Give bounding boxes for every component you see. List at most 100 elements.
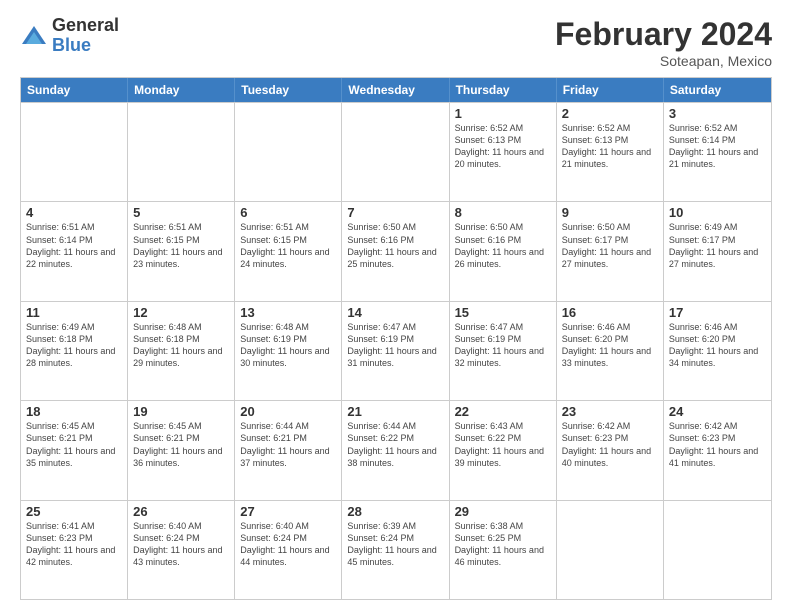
cell-info: Sunrise: 6:52 AM Sunset: 6:14 PM Dayligh…	[669, 122, 766, 171]
cell-day-number: 15	[455, 305, 551, 320]
cal-row-4: 25Sunrise: 6:41 AM Sunset: 6:23 PM Dayli…	[21, 500, 771, 599]
header: General Blue February 2024 Soteapan, Mex…	[20, 16, 772, 69]
cal-cell	[128, 103, 235, 201]
cell-info: Sunrise: 6:47 AM Sunset: 6:19 PM Dayligh…	[455, 321, 551, 370]
cal-cell: 3Sunrise: 6:52 AM Sunset: 6:14 PM Daylig…	[664, 103, 771, 201]
calendar-body: 1 Sunrise: 6:52 AM Sunset: 6:13 PM Daylig…	[21, 102, 771, 599]
cell-info: Sunrise: 6:48 AM Sunset: 6:19 PM Dayligh…	[240, 321, 336, 370]
cal-cell: 4Sunrise: 6:51 AM Sunset: 6:14 PM Daylig…	[21, 202, 128, 300]
cal-cell: 18Sunrise: 6:45 AM Sunset: 6:21 PM Dayli…	[21, 401, 128, 499]
logo-general-text: General	[52, 16, 119, 36]
cal-cell: 7Sunrise: 6:50 AM Sunset: 6:16 PM Daylig…	[342, 202, 449, 300]
cal-cell: 17Sunrise: 6:46 AM Sunset: 6:20 PM Dayli…	[664, 302, 771, 400]
title-block: February 2024 Soteapan, Mexico	[555, 16, 772, 69]
cal-cell	[342, 103, 449, 201]
cell-info: Sunrise: 6:45 AM Sunset: 6:21 PM Dayligh…	[133, 420, 229, 469]
calendar-title: February 2024	[555, 16, 772, 53]
calendar: SundayMondayTuesdayWednesdayThursdayFrid…	[20, 77, 772, 600]
cal-header-saturday: Saturday	[664, 78, 771, 102]
cell-info: Sunrise: 6:44 AM Sunset: 6:21 PM Dayligh…	[240, 420, 336, 469]
cell-day-number: 14	[347, 305, 443, 320]
cell-info: Sunrise: 6:49 AM Sunset: 6:17 PM Dayligh…	[669, 221, 766, 270]
calendar-header: SundayMondayTuesdayWednesdayThursdayFrid…	[21, 78, 771, 102]
cal-header-friday: Friday	[557, 78, 664, 102]
cell-info: Sunrise: 6:46 AM Sunset: 6:20 PM Dayligh…	[562, 321, 658, 370]
cell-day-number: 21	[347, 404, 443, 419]
cell-day-number: 12	[133, 305, 229, 320]
cell-day-number: 7	[347, 205, 443, 220]
cell-day-number: 23	[562, 404, 658, 419]
cal-header-monday: Monday	[128, 78, 235, 102]
logo: General Blue	[20, 16, 119, 56]
cal-cell: 8Sunrise: 6:50 AM Sunset: 6:16 PM Daylig…	[450, 202, 557, 300]
cell-day-number: 4	[26, 205, 122, 220]
cell-info: Sunrise: 6:39 AM Sunset: 6:24 PM Dayligh…	[347, 520, 443, 569]
cal-cell	[21, 103, 128, 201]
cal-header-wednesday: Wednesday	[342, 78, 449, 102]
cal-header-thursday: Thursday	[450, 78, 557, 102]
cell-day-number: 10	[669, 205, 766, 220]
cell-day-number: 2	[562, 106, 658, 121]
cell-info: Sunrise: 6:51 AM Sunset: 6:15 PM Dayligh…	[240, 221, 336, 270]
cell-day-number: 28	[347, 504, 443, 519]
cal-cell: 25Sunrise: 6:41 AM Sunset: 6:23 PM Dayli…	[21, 501, 128, 599]
logo-text: General Blue	[52, 16, 119, 56]
cal-cell	[664, 501, 771, 599]
cell-day-number: 13	[240, 305, 336, 320]
cal-cell: 24Sunrise: 6:42 AM Sunset: 6:23 PM Dayli…	[664, 401, 771, 499]
cell-day-number: 3	[669, 106, 766, 121]
cell-day-number: 27	[240, 504, 336, 519]
cell-day-number: 8	[455, 205, 551, 220]
cal-cell: 26Sunrise: 6:40 AM Sunset: 6:24 PM Dayli…	[128, 501, 235, 599]
cell-info: Sunrise: 6:43 AM Sunset: 6:22 PM Dayligh…	[455, 420, 551, 469]
cell-info: Sunrise: 6:52 AM Sunset: 6:13 PM Dayligh…	[562, 122, 658, 171]
cell-info: Sunrise: 6:50 AM Sunset: 6:16 PM Dayligh…	[347, 221, 443, 270]
cal-header-sunday: Sunday	[21, 78, 128, 102]
cell-info: Sunrise: 6:47 AM Sunset: 6:19 PM Dayligh…	[347, 321, 443, 370]
cell-day-number: 9	[562, 205, 658, 220]
cell-info: Sunrise: 6:51 AM Sunset: 6:14 PM Dayligh…	[26, 221, 122, 270]
cell-info: Sunrise: 6:51 AM Sunset: 6:15 PM Dayligh…	[133, 221, 229, 270]
cell-info: Sunrise: 6:50 AM Sunset: 6:17 PM Dayligh…	[562, 221, 658, 270]
cal-row-3: 18Sunrise: 6:45 AM Sunset: 6:21 PM Dayli…	[21, 400, 771, 499]
cell-info: Sunrise: 6:45 AM Sunset: 6:21 PM Dayligh…	[26, 420, 122, 469]
cell-day-number: 26	[133, 504, 229, 519]
cal-cell	[235, 103, 342, 201]
calendar-location: Soteapan, Mexico	[555, 53, 772, 69]
cal-cell: 23Sunrise: 6:42 AM Sunset: 6:23 PM Dayli…	[557, 401, 664, 499]
cell-info: Sunrise: 6:42 AM Sunset: 6:23 PM Dayligh…	[562, 420, 658, 469]
cal-cell: 20Sunrise: 6:44 AM Sunset: 6:21 PM Dayli…	[235, 401, 342, 499]
cal-cell: 11Sunrise: 6:49 AM Sunset: 6:18 PM Dayli…	[21, 302, 128, 400]
cell-day-number: 6	[240, 205, 336, 220]
cal-cell: 13Sunrise: 6:48 AM Sunset: 6:19 PM Dayli…	[235, 302, 342, 400]
cell-info: Sunrise: 6:40 AM Sunset: 6:24 PM Dayligh…	[133, 520, 229, 569]
cal-cell: 29Sunrise: 6:38 AM Sunset: 6:25 PM Dayli…	[450, 501, 557, 599]
cal-cell: 15Sunrise: 6:47 AM Sunset: 6:19 PM Dayli…	[450, 302, 557, 400]
cell-info: Sunrise: 6:41 AM Sunset: 6:23 PM Dayligh…	[26, 520, 122, 569]
cal-cell: 12Sunrise: 6:48 AM Sunset: 6:18 PM Dayli…	[128, 302, 235, 400]
cell-day-number: 29	[455, 504, 551, 519]
cal-cell: 5Sunrise: 6:51 AM Sunset: 6:15 PM Daylig…	[128, 202, 235, 300]
cell-day-number: 20	[240, 404, 336, 419]
cal-header-tuesday: Tuesday	[235, 78, 342, 102]
cell-info: Sunrise: 6:40 AM Sunset: 6:24 PM Dayligh…	[240, 520, 336, 569]
cal-row-0: 1 Sunrise: 6:52 AM Sunset: 6:13 PM Daylig…	[21, 102, 771, 201]
cell-info: Sunrise: 6:42 AM Sunset: 6:23 PM Dayligh…	[669, 420, 766, 469]
cal-cell: 19Sunrise: 6:45 AM Sunset: 6:21 PM Dayli…	[128, 401, 235, 499]
logo-icon	[20, 22, 48, 50]
cell-info: Sunrise: 6:49 AM Sunset: 6:18 PM Dayligh…	[26, 321, 122, 370]
cal-cell: 28Sunrise: 6:39 AM Sunset: 6:24 PM Dayli…	[342, 501, 449, 599]
cal-cell: 16Sunrise: 6:46 AM Sunset: 6:20 PM Dayli…	[557, 302, 664, 400]
logo-blue-text: Blue	[52, 36, 119, 56]
cell-day-number: 11	[26, 305, 122, 320]
cell-info: Sunrise: 6:48 AM Sunset: 6:18 PM Dayligh…	[133, 321, 229, 370]
cal-cell: 2Sunrise: 6:52 AM Sunset: 6:13 PM Daylig…	[557, 103, 664, 201]
cell-day-number: 22	[455, 404, 551, 419]
cell-info: Sunrise: 6:46 AM Sunset: 6:20 PM Dayligh…	[669, 321, 766, 370]
cal-cell: 10Sunrise: 6:49 AM Sunset: 6:17 PM Dayli…	[664, 202, 771, 300]
cal-cell	[557, 501, 664, 599]
cal-cell: 22Sunrise: 6:43 AM Sunset: 6:22 PM Dayli…	[450, 401, 557, 499]
cell-day-number: 25	[26, 504, 122, 519]
cal-cell: 21Sunrise: 6:44 AM Sunset: 6:22 PM Dayli…	[342, 401, 449, 499]
cell-day-number: 1	[455, 106, 551, 121]
